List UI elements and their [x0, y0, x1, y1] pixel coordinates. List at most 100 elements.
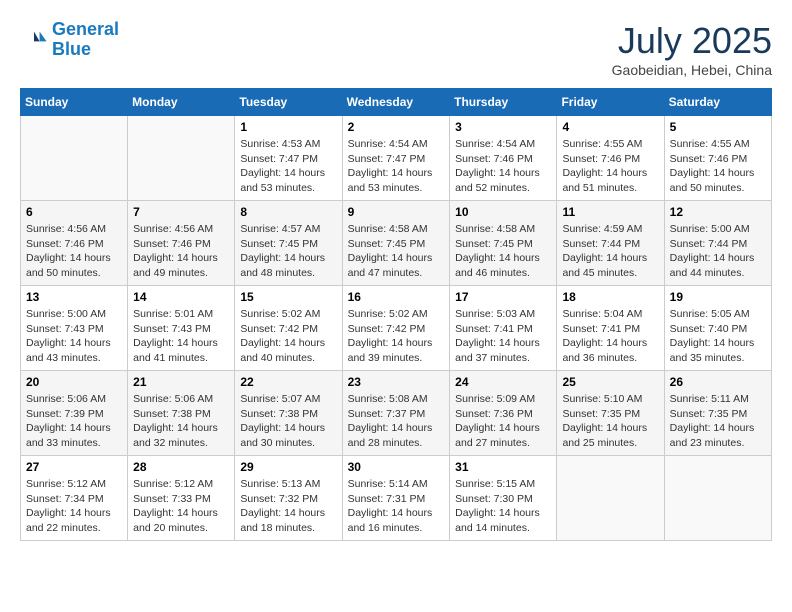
empty-cell [21, 116, 128, 201]
day-info: Sunrise: 5:02 AM Sunset: 7:42 PM Dayligh… [348, 307, 445, 366]
day-info: Sunrise: 5:03 AM Sunset: 7:41 PM Dayligh… [455, 307, 551, 366]
day-cell-3: 3 Sunrise: 4:54 AM Sunset: 7:46 PM Daylig… [450, 116, 557, 201]
day-info: Sunrise: 4:56 AM Sunset: 7:46 PM Dayligh… [26, 222, 122, 281]
day-number: 10 [455, 205, 551, 219]
day-cell-2: 2Sunrise: 4:54 AM Sunset: 7:47 PM Daylig… [342, 116, 450, 201]
day-info: Sunrise: 4:55 AM Sunset: 7:46 PM Dayligh… [670, 137, 766, 196]
logo-icon [20, 26, 48, 54]
day-cell-24: 24Sunrise: 5:09 AM Sunset: 7:36 PM Dayli… [450, 371, 557, 456]
day-info: Sunrise: 5:04 AM Sunset: 7:41 PM Dayligh… [562, 307, 658, 366]
day-info: Sunrise: 5:08 AM Sunset: 7:37 PM Dayligh… [348, 392, 445, 451]
day-number: 28 [133, 460, 229, 474]
day-cell-10: 10 Sunrise: 4:58 AM Sunset: 7:45 PM Dayli… [450, 201, 557, 286]
day-number: 27 [26, 460, 122, 474]
day-cell-17: 17 Sunrise: 5:03 AM Sunset: 7:41 PM Dayli… [450, 286, 557, 371]
day-info: Sunrise: 5:06 AM Sunset: 7:39 PM Dayligh… [26, 392, 122, 451]
day-number: 23 [348, 375, 445, 389]
day-cell-19: 19Sunrise: 5:05 AM Sunset: 7:40 PM Dayli… [664, 286, 771, 371]
day-info: Sunrise: 5:02 AM Sunset: 7:42 PM Dayligh… [240, 307, 336, 366]
day-info: Sunrise: 4:55 AM Sunset: 7:46 PM Dayligh… [562, 137, 658, 196]
day-number: 13 [26, 290, 122, 304]
day-number: 6 [26, 205, 122, 219]
location: Gaobeidian, Hebei, China [612, 62, 772, 78]
day-number: 18 [562, 290, 658, 304]
day-cell-15: 15 Sunrise: 5:02 AM Sunset: 7:42 PM Dayli… [235, 286, 342, 371]
day-number: 30 [348, 460, 445, 474]
day-cell-14: 14Sunrise: 5:01 AM Sunset: 7:43 PM Dayli… [128, 286, 235, 371]
day-info: Sunrise: 4:56 AM Sunset: 7:46 PM Dayligh… [133, 222, 229, 281]
day-info: Sunrise: 5:12 AM Sunset: 7:33 PM Dayligh… [133, 477, 229, 536]
day-number: 4 [562, 120, 658, 134]
calendar-table: SundayMondayTuesdayWednesdayThursdayFrid… [20, 88, 772, 541]
page-header: General Blue July 2025 Gaobeidian, Hebei… [20, 20, 772, 78]
day-cell-11: 11 Sunrise: 4:59 AM Sunset: 7:44 PM Dayli… [557, 201, 664, 286]
day-number: 15 [240, 290, 336, 304]
day-number: 11 [562, 205, 658, 219]
day-cell-16: 16 Sunrise: 5:02 AM Sunset: 7:42 PM Dayli… [342, 286, 450, 371]
day-number: 1 [240, 120, 336, 134]
day-cell-13: 13Sunrise: 5:00 AM Sunset: 7:43 PM Dayli… [21, 286, 128, 371]
day-info: Sunrise: 5:10 AM Sunset: 7:35 PM Dayligh… [562, 392, 658, 451]
day-number: 3 [455, 120, 551, 134]
day-cell-4: 4 Sunrise: 4:55 AM Sunset: 7:46 PM Daylig… [557, 116, 664, 201]
header-sunday: Sunday [21, 89, 128, 116]
day-number: 9 [348, 205, 445, 219]
day-cell-22: 22Sunrise: 5:07 AM Sunset: 7:38 PM Dayli… [235, 371, 342, 456]
day-number: 5 [670, 120, 766, 134]
day-cell-7: 7 Sunrise: 4:56 AM Sunset: 7:46 PM Daylig… [128, 201, 235, 286]
logo: General Blue [20, 20, 119, 60]
day-cell-1: 1 Sunrise: 4:53 AM Sunset: 7:47 PM Daylig… [235, 116, 342, 201]
day-number: 7 [133, 205, 229, 219]
week-row-5: 27 Sunrise: 5:12 AM Sunset: 7:34 PM Dayli… [21, 456, 772, 541]
header-monday: Monday [128, 89, 235, 116]
day-cell-5: 5 Sunrise: 4:55 AM Sunset: 7:46 PM Daylig… [664, 116, 771, 201]
day-number: 20 [26, 375, 122, 389]
week-row-4: 20 Sunrise: 5:06 AM Sunset: 7:39 PM Dayli… [21, 371, 772, 456]
day-info: Sunrise: 4:58 AM Sunset: 7:45 PM Dayligh… [455, 222, 551, 281]
header-tuesday: Tuesday [235, 89, 342, 116]
day-number: 21 [133, 375, 229, 389]
day-cell-31: 31Sunrise: 5:15 AM Sunset: 7:30 PM Dayli… [450, 456, 557, 541]
day-cell-21: 21 Sunrise: 5:06 AM Sunset: 7:38 PM Dayli… [128, 371, 235, 456]
day-cell-26: 26Sunrise: 5:11 AM Sunset: 7:35 PM Dayli… [664, 371, 771, 456]
day-cell-6: 6 Sunrise: 4:56 AM Sunset: 7:46 PM Daylig… [21, 201, 128, 286]
day-info: Sunrise: 4:59 AM Sunset: 7:44 PM Dayligh… [562, 222, 658, 281]
day-info: Sunrise: 5:13 AM Sunset: 7:32 PM Dayligh… [240, 477, 336, 536]
day-number: 2 [348, 120, 445, 134]
day-info: Sunrise: 5:12 AM Sunset: 7:34 PM Dayligh… [26, 477, 122, 536]
day-info: Sunrise: 5:06 AM Sunset: 7:38 PM Dayligh… [133, 392, 229, 451]
day-cell-20: 20 Sunrise: 5:06 AM Sunset: 7:39 PM Dayli… [21, 371, 128, 456]
day-info: Sunrise: 4:57 AM Sunset: 7:45 PM Dayligh… [240, 222, 336, 281]
header-friday: Friday [557, 89, 664, 116]
day-info: Sunrise: 5:09 AM Sunset: 7:36 PM Dayligh… [455, 392, 551, 451]
empty-cell [557, 456, 664, 541]
logo-text: General Blue [52, 20, 119, 60]
day-cell-30: 30Sunrise: 5:14 AM Sunset: 7:31 PM Dayli… [342, 456, 450, 541]
day-info: Sunrise: 5:00 AM Sunset: 7:44 PM Dayligh… [670, 222, 766, 281]
day-info: Sunrise: 5:01 AM Sunset: 7:43 PM Dayligh… [133, 307, 229, 366]
day-info: Sunrise: 4:58 AM Sunset: 7:45 PM Dayligh… [348, 222, 445, 281]
header-wednesday: Wednesday [342, 89, 450, 116]
day-number: 26 [670, 375, 766, 389]
day-cell-9: 9 Sunrise: 4:58 AM Sunset: 7:45 PM Daylig… [342, 201, 450, 286]
day-number: 25 [562, 375, 658, 389]
day-number: 17 [455, 290, 551, 304]
day-cell-27: 27 Sunrise: 5:12 AM Sunset: 7:34 PM Dayli… [21, 456, 128, 541]
day-info: Sunrise: 5:15 AM Sunset: 7:30 PM Dayligh… [455, 477, 551, 536]
week-row-1: 1 Sunrise: 4:53 AM Sunset: 7:47 PM Daylig… [21, 116, 772, 201]
day-number: 16 [348, 290, 445, 304]
day-number: 22 [240, 375, 336, 389]
month-title: July 2025 [612, 20, 772, 62]
title-block: July 2025 Gaobeidian, Hebei, China [612, 20, 772, 78]
day-cell-29: 29Sunrise: 5:13 AM Sunset: 7:32 PM Dayli… [235, 456, 342, 541]
day-number: 12 [670, 205, 766, 219]
calendar-header-row: SundayMondayTuesdayWednesdayThursdayFrid… [21, 89, 772, 116]
day-number: 19 [670, 290, 766, 304]
day-cell-25: 25 Sunrise: 5:10 AM Sunset: 7:35 PM Dayli… [557, 371, 664, 456]
day-info: Sunrise: 4:54 AM Sunset: 7:46 PM Dayligh… [455, 137, 551, 196]
empty-cell [128, 116, 235, 201]
day-info: Sunrise: 4:53 AM Sunset: 7:47 PM Dayligh… [240, 137, 336, 196]
day-cell-12: 12 Sunrise: 5:00 AM Sunset: 7:44 PM Dayli… [664, 201, 771, 286]
header-saturday: Saturday [664, 89, 771, 116]
day-cell-8: 8Sunrise: 4:57 AM Sunset: 7:45 PM Daylig… [235, 201, 342, 286]
